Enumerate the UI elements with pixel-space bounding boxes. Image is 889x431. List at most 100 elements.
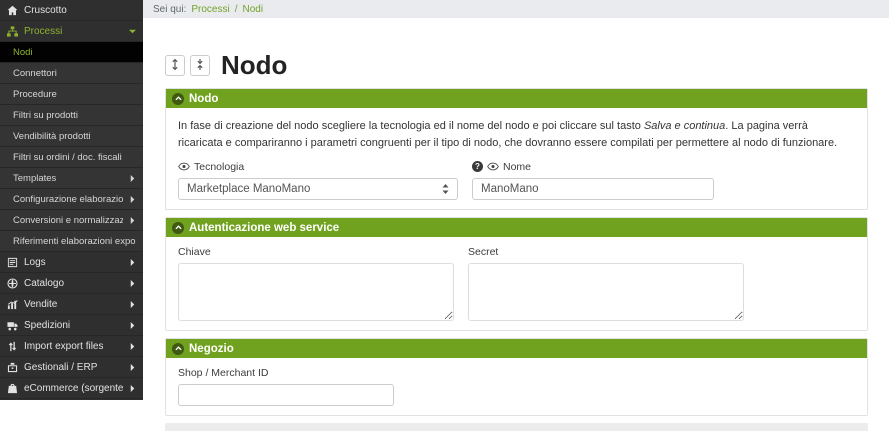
auth-fields-row: Chiave Secret [178, 245, 855, 321]
node-description: In fase di creazione del nodo scegliere … [178, 118, 855, 151]
ecommerce-icon [7, 383, 18, 394]
tecnologia-select[interactable]: Marketplace ManoMano [178, 178, 458, 200]
catalog-icon [7, 278, 18, 289]
sidebar-item-label: Connettori [13, 68, 57, 79]
collapse-circle-icon [172, 93, 184, 105]
sidebar-item-cruscotto[interactable]: Cruscotto [0, 0, 143, 21]
secret-label: Secret [468, 245, 744, 258]
chevron-down-icon [129, 28, 136, 35]
collapse-icon [196, 58, 204, 74]
collapse-circle-icon [172, 222, 184, 234]
sidebar-item-label: Logs [24, 257, 46, 268]
sidebar-item-label: Filtri su prodotti [13, 110, 78, 121]
tecnologia-selected-value: Marketplace ManoMano [187, 183, 310, 195]
sitemap-icon [7, 26, 18, 37]
shop-merchant-id-input[interactable] [178, 384, 394, 406]
sidebar-item-processi[interactable]: Processi [0, 21, 143, 42]
content: Nodo Nodo In fase di creazione del nodo … [143, 18, 889, 431]
nodo-fields-row: Tecnologia Marketplace ManoMano ? [178, 160, 855, 200]
expand-all-button[interactable] [165, 55, 185, 76]
breadcrumb-link-nodi[interactable]: Nodi [243, 4, 264, 15]
secret-textarea[interactable] [468, 263, 744, 321]
shop-merchant-id-label: Shop / Merchant ID [178, 366, 394, 379]
sales-icon [7, 299, 18, 310]
sidebar-item-label: Catalogo [24, 278, 64, 289]
breadcrumb-separator: / [235, 4, 238, 15]
sidebar-item-ecommerce-sorgente[interactable]: eCommerce (sorgente) [0, 378, 143, 399]
shipping-icon [7, 320, 18, 331]
sidebar-item-logs[interactable]: Logs [0, 252, 143, 273]
sidebar-item-label: Vendibilità prodotti [13, 131, 91, 142]
sidebar-item-label: Import export files [24, 341, 103, 352]
sidebar-item-label: Procedure [13, 89, 57, 100]
sidebar-item-gestionali-erp[interactable]: Gestionali / ERP [0, 357, 143, 378]
collapse-circle-icon [172, 343, 184, 355]
breadcrumb-prefix: Sei qui: [153, 4, 186, 15]
help-icon[interactable]: ? [472, 161, 483, 172]
sidebar-item-nodi[interactable]: Nodi [0, 42, 143, 63]
chevron-right-icon [129, 301, 136, 308]
sidebar-item-vendibilit-prodotti[interactable]: Vendibilità prodotti [0, 126, 143, 147]
section-autenticazione-body: Chiave Secret [166, 237, 867, 330]
chevron-right-icon [129, 217, 136, 224]
sidebar-item-label: Processi [24, 26, 62, 37]
chiave-textarea[interactable] [178, 263, 454, 321]
sidebar-item-label: Templates [13, 173, 56, 184]
nome-label: ? Nome [472, 160, 714, 173]
import-export-icon [7, 341, 18, 352]
sidebar-item-label: Vendite [24, 299, 57, 310]
eye-icon [487, 162, 499, 171]
sidebar-item-templates[interactable]: Templates [0, 168, 143, 189]
sidebar-item-label: eCommerce (sorgente) [24, 383, 123, 394]
chevron-right-icon [129, 259, 136, 266]
chevron-right-icon [129, 343, 136, 350]
field-secret: Secret [468, 245, 744, 321]
eye-icon [178, 162, 190, 171]
sidebar-item-catalogo[interactable]: Catalogo [0, 273, 143, 294]
section-autenticazione-title: Autenticazione web service [189, 222, 339, 234]
select-arrows-icon [442, 184, 449, 194]
sidebar-item-conversioni-e-normalizzazioni[interactable]: Conversioni e normalizzazioni [0, 210, 143, 231]
section-nodo-header[interactable]: Nodo [166, 89, 867, 108]
sidebar-item-import-export-files[interactable]: Import export files [0, 336, 143, 357]
breadcrumb-link-processi[interactable]: Processi [191, 4, 229, 15]
field-chiave: Chiave [178, 245, 454, 321]
sidebar-item-filtri-su-ordini-doc-fiscali[interactable]: Filtri su ordini / doc. fiscali [0, 147, 143, 168]
sidebar-item-label: Cruscotto [24, 5, 67, 16]
section-negozio-body: Shop / Merchant ID [166, 358, 867, 415]
chevron-right-icon [129, 322, 136, 329]
sidebar-item-procedure[interactable]: Procedure [0, 84, 143, 105]
erp-icon [7, 362, 18, 373]
negozio-fields-row: Shop / Merchant ID [178, 366, 855, 406]
sidebar-item-label: Gestionali / ERP [24, 362, 97, 373]
logs-icon [7, 257, 18, 268]
field-nome: ? Nome [472, 160, 714, 200]
sidebar-item-label: Spedizioni [24, 320, 70, 331]
sidebar-item-spedizioni[interactable]: Spedizioni [0, 315, 143, 336]
nome-input[interactable] [472, 178, 714, 200]
section-autenticazione-header[interactable]: Autenticazione web service [166, 218, 867, 237]
section-negozio-header[interactable]: Negozio [166, 339, 867, 358]
section-nodo-body: In fase di creazione del nodo scegliere … [166, 108, 867, 209]
sidebar-item-label: Nodi [13, 47, 33, 58]
collapse-all-button[interactable] [190, 55, 210, 76]
section-negozio: Negozio Shop / Merchant ID [165, 338, 868, 416]
sidebar-item-connettori[interactable]: Connettori [0, 63, 143, 84]
sidebar-item-filtri-su-prodotti[interactable]: Filtri su prodotti [0, 105, 143, 126]
field-tecnologia: Tecnologia Marketplace ManoMano [178, 160, 458, 200]
sidebar-item-vendite[interactable]: Vendite [0, 294, 143, 315]
chevron-right-icon [129, 385, 136, 392]
tecnologia-label: Tecnologia [178, 160, 458, 173]
chevron-right-icon [129, 364, 136, 371]
main-area: Sei qui: Processi / Nodi Nodo [143, 0, 889, 400]
breadcrumb: Sei qui: Processi / Nodi [143, 0, 889, 18]
chevron-right-icon [129, 280, 136, 287]
sidebar-item-riferimenti-elaborazioni-export[interactable]: Riferimenti elaborazioni export [0, 231, 143, 252]
expand-icon [171, 58, 179, 74]
sidebar-item-configurazione-elaborazioni[interactable]: Configurazione elaborazioni [0, 189, 143, 210]
section-autenticazione: Autenticazione web service Chiave Secret [165, 217, 868, 331]
sidebar-item-label: Filtri su ordini / doc. fiscali [13, 152, 122, 163]
chiave-label: Chiave [178, 245, 454, 258]
sidebar-item-label: Configurazione elaborazioni [13, 194, 123, 205]
sidebar: Cruscotto Processi Nodi Connettori Proce… [0, 0, 143, 400]
